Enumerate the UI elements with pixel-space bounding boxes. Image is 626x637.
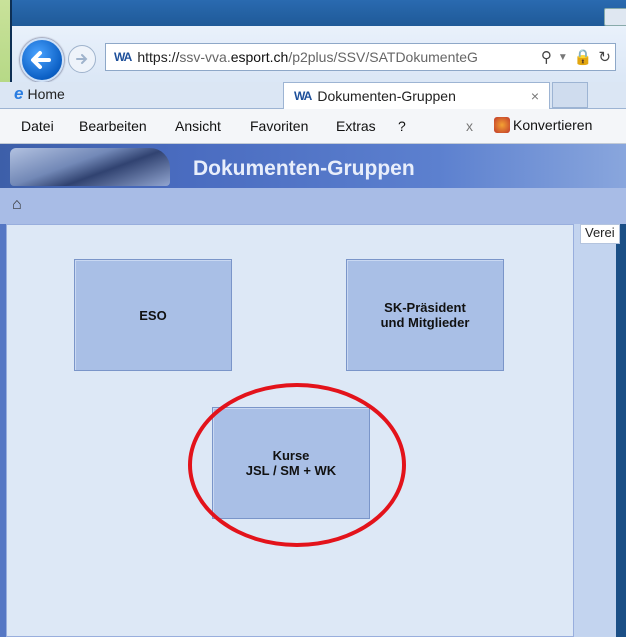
- tile-sk-line2: und Mitglieder: [380, 315, 470, 330]
- home-icon[interactable]: ⌂: [12, 196, 22, 214]
- tile-sk-praesident[interactable]: SK-Präsident und Mitglieder: [346, 259, 504, 371]
- tab-dokumenten-gruppen[interactable]: WA Dokumenten-Gruppen ×: [283, 82, 550, 109]
- page-toolbar: [0, 188, 626, 224]
- back-button[interactable]: [20, 38, 64, 82]
- tab-favicon: WA: [294, 89, 312, 103]
- lock-icon[interactable]: 🔒: [574, 48, 593, 66]
- tile-kurse-line1: Kurse: [272, 448, 310, 463]
- site-favicon: WA: [114, 50, 132, 64]
- right-panel-tab[interactable]: Verei: [580, 224, 620, 244]
- tile-kurse[interactable]: Kurse JSL / SM + WK: [212, 407, 370, 519]
- menu-ansicht[interactable]: Ansicht: [175, 118, 221, 134]
- tab-label: Dokumenten-Gruppen: [317, 88, 456, 104]
- ie-icon: e: [14, 84, 24, 103]
- page-title: Dokumenten-Gruppen: [193, 157, 415, 180]
- refresh-icon[interactable]: ↻: [598, 48, 611, 66]
- forward-button[interactable]: [68, 45, 96, 73]
- back-arrow-icon: [31, 51, 51, 69]
- tile-kurse-line2: JSL / SM + WK: [245, 463, 337, 478]
- menu-help[interactable]: ?: [398, 118, 406, 134]
- tile-eso[interactable]: ESO: [74, 259, 232, 371]
- menu-bar: Datei Bearbeiten Ansicht Favoriten Extra…: [0, 109, 626, 144]
- right-panel: [574, 224, 616, 637]
- url-text: https://ssv-vva.esport.ch/p2plus/SSV/SAT…: [137, 49, 478, 65]
- tile-eso-label: ESO: [139, 307, 167, 323]
- title-bar: [12, 0, 626, 26]
- menu-extras[interactable]: Extras: [336, 118, 376, 134]
- forward-arrow-icon: [76, 54, 88, 64]
- address-bar[interactable]: WA https://ssv-vva.esport.ch/p2plus/SSV/…: [105, 43, 616, 71]
- search-icon[interactable]: ⚲: [541, 48, 552, 66]
- minimize-button[interactable]: [604, 8, 626, 26]
- menu-favoriten[interactable]: Favoriten: [250, 118, 308, 134]
- menu-datei[interactable]: Datei: [21, 118, 54, 134]
- tile-sk-line1: SK-Präsident: [384, 300, 466, 315]
- banner-logo-image: [10, 148, 170, 186]
- address-bar-icons: ⚲ ▼ 🔒 ↻: [536, 44, 615, 70]
- tab-home[interactable]: e Home: [14, 84, 65, 104]
- tab-home-label: Home: [27, 86, 65, 102]
- close-toolbar-icon[interactable]: x: [466, 118, 473, 134]
- menu-bearbeiten[interactable]: Bearbeiten: [79, 118, 147, 134]
- konvertieren-label: Konvertieren: [513, 117, 593, 133]
- konvertieren-button[interactable]: Konvertieren: [494, 117, 592, 133]
- tab-close-icon[interactable]: ×: [531, 88, 539, 104]
- new-tab-button[interactable]: [552, 82, 588, 108]
- convert-icon: [494, 117, 510, 133]
- dropdown-icon[interactable]: ▼: [558, 52, 568, 63]
